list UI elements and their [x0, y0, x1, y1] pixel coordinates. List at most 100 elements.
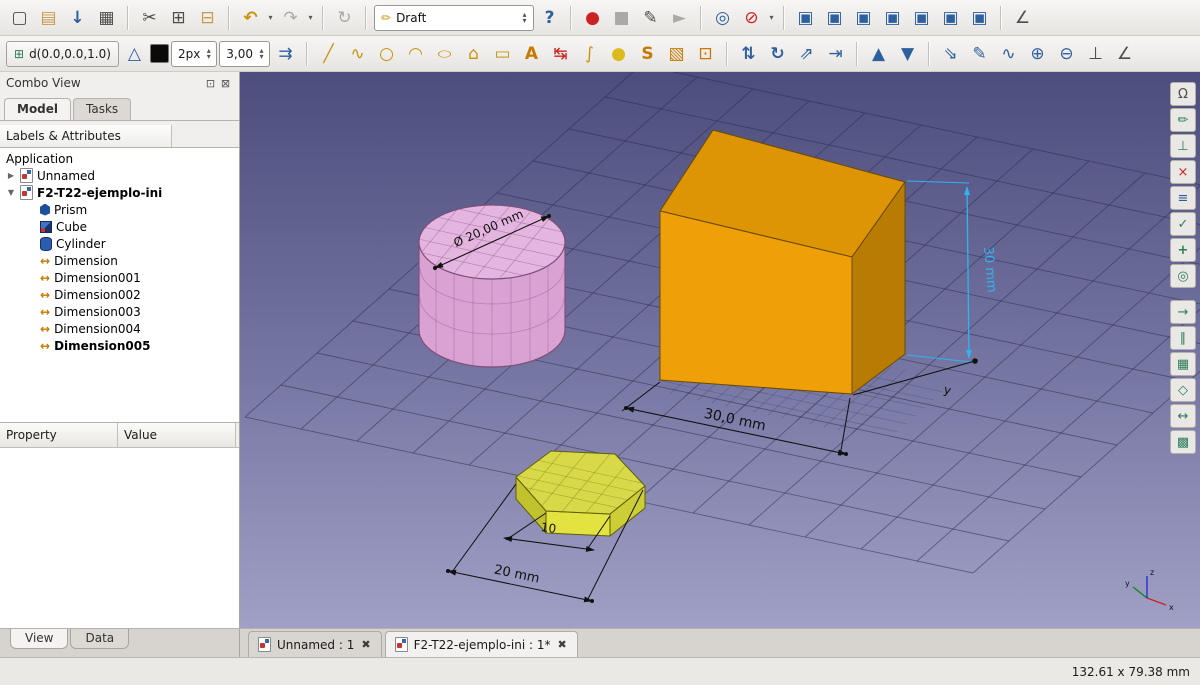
close-panel-icon[interactable]: ⊠ — [218, 76, 233, 91]
macro-stop-icon[interactable]: ■ — [608, 4, 635, 31]
tree-item-dimension002[interactable]: ↔ Dimension002 — [0, 286, 239, 303]
property-table-body[interactable] — [0, 448, 239, 628]
bspline-tool-icon[interactable]: ∫ — [576, 40, 603, 67]
apply-style-icon[interactable]: ⇉ — [272, 40, 299, 67]
rectangle-tool-icon[interactable]: ▭ — [489, 40, 516, 67]
polyline-tool-icon[interactable]: ∿ — [344, 40, 371, 67]
snap-lock-icon[interactable]: Ω — [1170, 82, 1196, 106]
tree-item-dimension001[interactable]: ↔ Dimension001 — [0, 269, 239, 286]
refresh-icon[interactable]: ↻ — [331, 4, 358, 31]
3d-viewport[interactable]: Ø 20,00 mm 30 mm y — [240, 72, 1200, 628]
measure-distance-icon[interactable]: ∠ — [1009, 4, 1036, 31]
undo-dropdown-icon[interactable]: ▾ — [266, 13, 275, 22]
tree-item-document[interactable]: ▼ F2-T22-ejemplo-ini — [0, 184, 239, 201]
tree-item-unnamed[interactable]: ▶ Unnamed — [0, 167, 239, 184]
snap-near-icon[interactable]: → — [1170, 300, 1196, 324]
edit-tool-icon[interactable]: ✎ — [966, 40, 993, 67]
tree-item-cube[interactable]: Cube — [0, 218, 239, 235]
whats-this-icon[interactable]: ? — [536, 4, 563, 31]
close-tab-icon[interactable]: ✖ — [360, 638, 371, 651]
line-width-select[interactable]: 2px ▴ ▾ — [171, 41, 217, 67]
property-column-header[interactable]: Property — [0, 423, 118, 447]
tree-item-cylinder[interactable]: Cylinder — [0, 235, 239, 252]
text-scale-spinbox[interactable]: 3,00 ▴ ▾ — [219, 41, 270, 67]
wire-to-bspline-tool-icon[interactable]: ∿ — [995, 40, 1022, 67]
zoom-fit-icon[interactable]: ◎ — [709, 4, 736, 31]
view-right-icon[interactable]: ▣ — [879, 4, 906, 31]
ellipse-tool-icon[interactable]: ○ — [431, 46, 458, 61]
circle-tool-icon[interactable]: ○ — [373, 40, 400, 67]
upgrade-tool-icon[interactable]: ▲ — [865, 40, 892, 67]
tree-item-dimension003[interactable]: ↔ Dimension003 — [0, 303, 239, 320]
offset-tool-icon[interactable]: ⇗ — [793, 40, 820, 67]
snap-dimensions-icon[interactable]: ↔ — [1170, 404, 1196, 428]
dimension-tool-icon[interactable]: ↹ — [547, 40, 574, 67]
copy-icon[interactable]: ⊞ — [165, 4, 192, 31]
snap-midpoint-icon[interactable]: ⊥ — [1170, 134, 1196, 158]
draw-style-icon[interactable]: ⊘ — [738, 4, 765, 31]
new-file-icon[interactable]: ▢ — [6, 4, 33, 31]
point-tool-icon[interactable]: ● — [605, 40, 632, 67]
tree-item-prism[interactable]: Prism — [0, 201, 239, 218]
arc-tool-icon[interactable]: ◠ — [402, 40, 429, 67]
view-top-icon[interactable]: ▣ — [850, 4, 877, 31]
toggle-grid-icon[interactable]: ▩ — [1170, 430, 1196, 454]
macro-play-icon[interactable]: ► — [666, 4, 693, 31]
line-color-swatch[interactable] — [150, 44, 169, 63]
tab-model[interactable]: Model — [4, 98, 71, 120]
polygon-tool-icon[interactable]: ⌂ — [460, 40, 487, 67]
3d-scene[interactable]: Ø 20,00 mm 30 mm y — [240, 72, 1200, 628]
close-tab-icon[interactable]: ✖ — [556, 638, 567, 651]
add-point-tool-icon[interactable]: ⊕ — [1024, 40, 1051, 67]
spin-down-icon[interactable]: ▾ — [520, 18, 529, 24]
view-axonometric-icon[interactable]: ▣ — [792, 4, 819, 31]
snap-special-icon[interactable]: ◎ — [1170, 264, 1196, 288]
float-panel-icon[interactable]: ⊡ — [203, 76, 218, 91]
workbench-selector[interactable]: ✏ Draft ▴ ▾ — [374, 5, 534, 31]
line-tool-icon[interactable]: ╱ — [315, 40, 342, 67]
mdi-tab-document[interactable]: F2-T22-ejemplo-ini : 1* ✖ — [385, 631, 578, 657]
view-rear-icon[interactable]: ▣ — [908, 4, 935, 31]
print-icon[interactable]: ▦ — [93, 4, 120, 31]
working-plane-button[interactable]: ⊞ d(0.0,0.0,1.0) — [6, 41, 119, 67]
delete-point-tool-icon[interactable]: ⊖ — [1053, 40, 1080, 67]
snap-angle-icon[interactable]: × — [1170, 160, 1196, 184]
scale-tool-icon[interactable]: ⇘ — [937, 40, 964, 67]
snap-parallel-icon[interactable]: + — [1170, 238, 1196, 262]
tab-data[interactable]: Data — [70, 629, 129, 649]
paste-icon[interactable]: ⊟ — [194, 4, 221, 31]
mdi-tab-unnamed[interactable]: Unnamed : 1 ✖ — [248, 631, 382, 657]
snap-working-plane-icon[interactable]: ◇ — [1170, 378, 1196, 402]
heal-tool-icon[interactable]: ⊥ — [1082, 40, 1109, 67]
snap-center-icon[interactable]: ≡ — [1170, 186, 1196, 210]
spin-down-icon[interactable]: ▾ — [204, 54, 213, 60]
text-tool-icon[interactable]: A — [518, 40, 545, 67]
expander-icon[interactable]: ▼ — [6, 188, 16, 197]
snap-ortho-icon[interactable]: ∥ — [1170, 326, 1196, 350]
slope-tool-icon[interactable]: ∠ — [1111, 40, 1138, 67]
open-file-icon[interactable]: ▤ — [35, 4, 62, 31]
tree-item-dimension004[interactable]: ↔ Dimension004 — [0, 320, 239, 337]
move-tool-icon[interactable]: ⇅ — [735, 40, 762, 67]
tree-item-application[interactable]: Application — [0, 150, 239, 167]
view-front-icon[interactable]: ▣ — [821, 4, 848, 31]
view-bottom-icon[interactable]: ▣ — [937, 4, 964, 31]
snap-grid-icon[interactable]: ▦ — [1170, 352, 1196, 376]
macro-edit-icon[interactable]: ✎ — [637, 4, 664, 31]
tab-view[interactable]: View — [10, 629, 68, 649]
tab-tasks[interactable]: Tasks — [73, 98, 131, 120]
save-file-icon[interactable]: ↓ — [64, 4, 91, 31]
draw-style-dropdown-icon[interactable]: ▾ — [767, 13, 776, 22]
trimex-tool-icon[interactable]: ⇥ — [822, 40, 849, 67]
tree-item-dimension005[interactable]: ↔ Dimension005 — [0, 337, 239, 354]
snap-extension-icon[interactable]: ✓ — [1170, 212, 1196, 236]
view-left-icon[interactable]: ▣ — [966, 4, 993, 31]
tree-item-dimension[interactable]: ↔ Dimension — [0, 252, 239, 269]
cut-icon[interactable]: ✂ — [136, 4, 163, 31]
redo-icon[interactable]: ↷ — [277, 4, 304, 31]
shapestring-tool-icon[interactable]: S — [634, 40, 661, 67]
value-column-header[interactable]: Value — [118, 423, 236, 447]
undo-icon[interactable]: ↶ — [237, 4, 264, 31]
snap-endpoint-icon[interactable]: ✏ — [1170, 108, 1196, 132]
rotate-tool-icon[interactable]: ↻ — [764, 40, 791, 67]
